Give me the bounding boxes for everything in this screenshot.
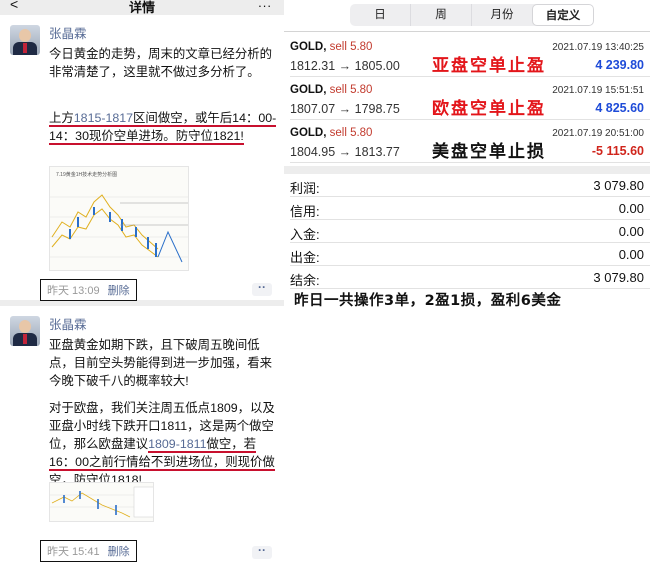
trade-annotation: 美盘空单止损: [432, 142, 546, 162]
trade-annotation: 欧盘空单止盈: [432, 99, 546, 119]
summary-row: 利润: 3 079.80: [284, 174, 650, 197]
summary-row: 结余: 3 079.80: [284, 266, 650, 289]
trade-side: sell 5.80: [329, 41, 373, 53]
trade-datetime: 2021.07.19 20:51:00: [552, 128, 644, 139]
summary-row: 入金: 0.00: [284, 220, 650, 243]
trade-datetime: 2021.07.19 15:51:51: [552, 85, 644, 96]
post-time: 昨天 13:09: [47, 285, 100, 297]
post-text-strategy: 对于欧盘，我们关注周五低点1809，以及亚盘小时线下跌开口1811，这是两个做空…: [49, 401, 275, 489]
summary-value: 0.00: [618, 247, 644, 262]
comment-action-button[interactable]: ··: [252, 281, 272, 296]
tab-week[interactable]: 周: [410, 4, 471, 26]
trade-profit: 4 239.80: [595, 58, 644, 72]
period-segmented-control: 日 周 月份 自定义: [350, 4, 594, 26]
username[interactable]: 张晶霖: [49, 23, 87, 42]
summary-value: 3 079.80: [593, 270, 644, 285]
summary-value: 0.00: [618, 201, 644, 216]
avatar[interactable]: [10, 25, 40, 55]
comment-action-button[interactable]: ··: [252, 544, 272, 559]
post-meta: 昨天 15:41 删除: [40, 540, 137, 562]
wechat-panel: < 详情 ... 张晶霖 今日黄金的走势，周末的文章已经分析的非常清楚了，这里就…: [0, 0, 284, 565]
trade-row[interactable]: GOLD, sell 5.80 2021.07.19 20:51:00 1804.9…: [284, 123, 650, 163]
post-time: 昨天 15:41: [47, 546, 100, 558]
moment-post-2: 张晶霖 亚盘黄金如期下跌，且下破周五晚间低点，目前空头势能得到进一步加强，看来今…: [0, 306, 284, 565]
trade-side: sell 5.80: [329, 127, 373, 139]
divider: [290, 119, 650, 120]
summary-row: 出金: 0.00: [284, 243, 650, 266]
summary-label: 利润:: [290, 181, 320, 196]
divider: [290, 162, 650, 163]
moment-post-1: 张晶霖 今日黄金的走势，周末的文章已经分析的非常清楚了，这里就不做过多分析了。 …: [0, 15, 284, 301]
trade-row[interactable]: GOLD, sell 5.80 2021.07.19 13:40:25 1812.3…: [284, 37, 650, 77]
post-meta: 昨天 13:09 删除: [40, 279, 137, 301]
summary-value: 0.00: [618, 224, 644, 239]
candlestick-chart-image: 7.19黄金1H技术走势分析图: [50, 167, 188, 270]
thumb-caption: 7.19黄金1H技术走势分析图: [56, 171, 117, 178]
candlestick-chart-image: [50, 483, 153, 521]
post-text-strategy: 上方1815-1817区间做空，或午后14：00-14：30现价空单进场。防守位…: [49, 111, 277, 145]
avatar[interactable]: [10, 316, 40, 346]
chart-thumbnail[interactable]: 7.19黄金1H技术走势分析图: [49, 166, 189, 271]
divider: [284, 31, 650, 32]
more-button[interactable]: ...: [258, 0, 272, 10]
trade-profit: 4 825.60: [595, 101, 644, 115]
trade-prices: 1807.07 → 1798.75: [290, 102, 400, 116]
delete-link[interactable]: 删除: [108, 285, 130, 297]
price-range-link[interactable]: 1815-1817: [74, 111, 133, 125]
summary-label: 入金:: [290, 227, 320, 242]
page-title: 详情: [128, 0, 155, 15]
tab-custom[interactable]: 自定义: [532, 4, 594, 26]
trade-prices: 1812.31 → 1805.00: [290, 59, 400, 73]
summary-label: 结余:: [290, 273, 320, 288]
summary-row: 信用: 0.00: [284, 197, 650, 220]
username[interactable]: 张晶霖: [49, 314, 87, 333]
trade-row[interactable]: GOLD, sell 5.80 2021.07.19 15:51:51 1807.0…: [284, 80, 650, 120]
trade-history-panel: 日 周 月份 自定义 GOLD, sell 5.80 2021.07.19 13:…: [284, 0, 650, 565]
trade-profit: -5 115.60: [591, 144, 644, 158]
trade-symbol: GOLD, sell 5.80: [290, 84, 373, 96]
divider: [290, 76, 650, 77]
tab-month[interactable]: 月份: [471, 4, 532, 26]
wechat-header: < 详情 ...: [0, 0, 284, 15]
trade-datetime: 2021.07.19 13:40:25: [552, 42, 644, 53]
summary-label: 信用:: [290, 204, 320, 219]
summary-label: 出金:: [290, 250, 320, 265]
section-gap: [284, 166, 650, 174]
chart-thumbnail[interactable]: [49, 482, 154, 522]
trade-annotation: 亚盘空单止盈: [432, 56, 546, 76]
summary-value: 3 079.80: [593, 178, 644, 193]
delete-link[interactable]: 删除: [108, 546, 130, 558]
trade-prices: 1804.95 → 1813.77: [290, 145, 400, 159]
post-text: 今日黄金的走势，周末的文章已经分析的非常清楚了，这里就不做过多分析了。: [49, 47, 273, 79]
tab-day[interactable]: 日: [350, 4, 410, 26]
price-range-link[interactable]: 1809-1811: [148, 437, 206, 451]
trade-symbol: GOLD, sell 5.80: [290, 127, 373, 139]
summary-caption: 昨日一共操作3单，2盈1损，盈利6美金: [294, 293, 562, 309]
post-text: 亚盘黄金如期下跌，且下破周五晚间低点，目前空头势能得到进一步加强，看来今晚下破千…: [49, 338, 273, 388]
trade-side: sell 5.80: [329, 84, 373, 96]
trade-symbol: GOLD, sell 5.80: [290, 41, 373, 53]
